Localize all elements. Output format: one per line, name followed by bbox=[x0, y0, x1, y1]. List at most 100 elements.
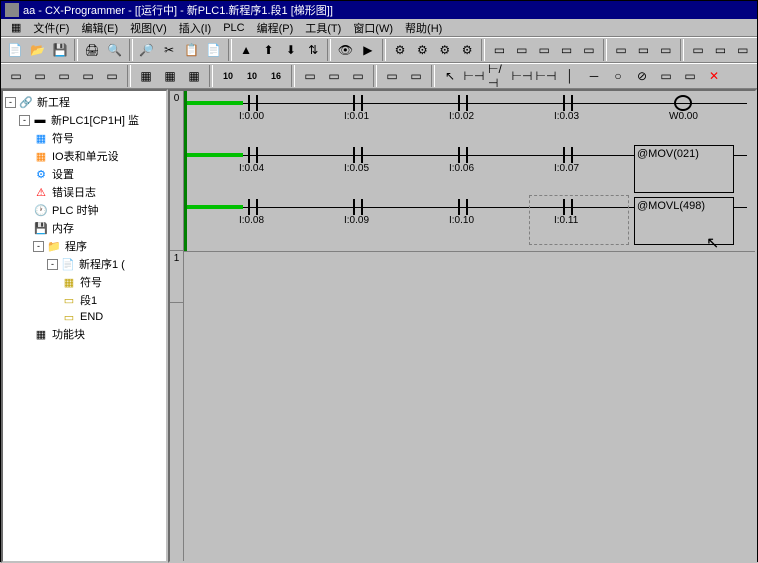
menu-insert[interactable]: 插入(I) bbox=[173, 18, 217, 38]
contact[interactable] bbox=[244, 95, 262, 111]
tree-settings[interactable]: ⚙设置 bbox=[5, 165, 164, 183]
tool-button[interactable]: ▭ bbox=[5, 65, 27, 87]
tool-button[interactable]: ⚙ bbox=[457, 39, 477, 61]
tree-section1[interactable]: ▭段1 bbox=[5, 291, 164, 309]
tree-errlog[interactable]: ⚠错误日志 bbox=[5, 183, 164, 201]
tool-button[interactable]: ⚙ bbox=[435, 39, 455, 61]
func-button[interactable]: ▭ bbox=[655, 65, 677, 87]
tree-program1[interactable]: -📄新程序1 ( bbox=[5, 255, 164, 273]
contact[interactable] bbox=[559, 147, 577, 163]
open-button[interactable]: 📂 bbox=[27, 39, 47, 61]
contact-button[interactable]: ⊢⊣ bbox=[511, 65, 533, 87]
preview-button[interactable]: 🔍 bbox=[104, 39, 124, 61]
contact-no-button[interactable]: ⊢⊣ bbox=[463, 65, 485, 87]
hline-button[interactable]: ─ bbox=[583, 65, 605, 87]
tool-button[interactable]: ⚙ bbox=[412, 39, 432, 61]
compare-button[interactable]: ⇅ bbox=[303, 39, 323, 61]
tool-button[interactable]: ▭ bbox=[710, 39, 730, 61]
contact[interactable] bbox=[559, 199, 577, 215]
project-tree[interactable]: -🔗新工程 -▬新PLC1[CP1H] 监 ▦符号 ▦IO表和单元设 ⚙设置 ⚠… bbox=[1, 89, 168, 563]
tool-button[interactable]: ▭ bbox=[534, 39, 554, 61]
tool-button[interactable]: ▭ bbox=[579, 39, 599, 61]
copy-button[interactable]: 📋 bbox=[181, 39, 201, 61]
tree-funcblock[interactable]: ▦功能块 bbox=[5, 325, 164, 343]
menu-window[interactable]: 窗口(W) bbox=[347, 18, 399, 38]
tool-button[interactable]: ▭ bbox=[323, 65, 345, 87]
radix-10[interactable]: 10 bbox=[217, 65, 239, 87]
tool-button[interactable]: ▭ bbox=[29, 65, 51, 87]
contact[interactable] bbox=[454, 95, 472, 111]
tool-button[interactable]: ▭ bbox=[611, 39, 631, 61]
menu-plc[interactable]: PLC bbox=[217, 20, 250, 36]
contact[interactable] bbox=[244, 147, 262, 163]
tree-plc[interactable]: -▬新PLC1[CP1H] 监 bbox=[5, 111, 164, 129]
menu-view[interactable]: 视图(V) bbox=[124, 18, 173, 38]
tree-plcclock[interactable]: 🕐PLC 时钟 bbox=[5, 201, 164, 219]
tool-button[interactable]: ▭ bbox=[688, 39, 708, 61]
monitor-button[interactable]: 👁 bbox=[335, 39, 355, 61]
tool-button[interactable]: ▭ bbox=[77, 65, 99, 87]
menu-help[interactable]: 帮助(H) bbox=[399, 18, 448, 38]
delete-button[interactable]: ✕ bbox=[703, 65, 725, 87]
contact[interactable] bbox=[454, 199, 472, 215]
online-button[interactable]: ▲ bbox=[236, 39, 256, 61]
tool-button[interactable]: ▭ bbox=[347, 65, 369, 87]
tool-button[interactable]: ⚙ bbox=[390, 39, 410, 61]
tool-button[interactable]: ▭ bbox=[101, 65, 123, 87]
ladder-row[interactable]: I:0.04 I:0.05 I:0.06 I:0.07 @MOV(021) bbox=[184, 143, 755, 195]
radix-16[interactable]: 16 bbox=[265, 65, 287, 87]
run-button[interactable]: ▶ bbox=[358, 39, 378, 61]
tree-memory[interactable]: 💾内存 bbox=[5, 219, 164, 237]
tool-button[interactable]: ▭ bbox=[381, 65, 403, 87]
ladder-row[interactable]: I:0.08 I:0.09 I:0.10 I:0.11 @MOVL(498) ↖ bbox=[184, 195, 755, 247]
radix-10s[interactable]: 10 bbox=[241, 65, 263, 87]
ladder-editor[interactable]: 0 1 I:0.00 I:0.01 I:0.02 I:0.03 bbox=[168, 89, 757, 563]
tool-button[interactable]: ▭ bbox=[405, 65, 427, 87]
tool-button[interactable]: ▦ bbox=[183, 65, 205, 87]
tool-button[interactable]: ▭ bbox=[633, 39, 653, 61]
tool-button[interactable]: ▭ bbox=[556, 39, 576, 61]
contact[interactable] bbox=[349, 147, 367, 163]
pointer-button[interactable]: ↖ bbox=[439, 65, 461, 87]
ladder-area[interactable]: I:0.00 I:0.01 I:0.02 I:0.03 W0.00 I:0.04 bbox=[184, 91, 755, 561]
contact-button[interactable]: ⊢⊣ bbox=[535, 65, 557, 87]
coil-nc-button[interactable]: ⊘ bbox=[631, 65, 653, 87]
download-button[interactable]: ⬇ bbox=[281, 39, 301, 61]
menu-tools[interactable]: 工具(T) bbox=[299, 18, 347, 38]
tool-button[interactable]: ▦ bbox=[159, 65, 181, 87]
tool-button[interactable]: ▦ bbox=[135, 65, 157, 87]
selection-box[interactable] bbox=[529, 195, 629, 245]
tool-button[interactable]: ▭ bbox=[299, 65, 321, 87]
tree-programs[interactable]: -📁程序 bbox=[5, 237, 164, 255]
contact-nc-button[interactable]: ⊢/⊣ bbox=[487, 65, 509, 87]
tool-button[interactable]: ▭ bbox=[512, 39, 532, 61]
menu-bar[interactable]: ▦ 文件(F) 编辑(E) 视图(V) 插入(I) PLC 编程(P) 工具(T… bbox=[1, 19, 757, 37]
tool-button[interactable]: ▭ bbox=[53, 65, 75, 87]
contact[interactable] bbox=[349, 95, 367, 111]
menu-program[interactable]: 编程(P) bbox=[251, 18, 300, 38]
cut-button[interactable]: ✂ bbox=[159, 39, 179, 61]
find-button[interactable]: 🔎 bbox=[137, 39, 157, 61]
func-button[interactable]: ▭ bbox=[679, 65, 701, 87]
menu-edit[interactable]: 编辑(E) bbox=[75, 18, 124, 38]
function-block[interactable]: @MOV(021) bbox=[634, 145, 734, 193]
tool-button[interactable]: ▭ bbox=[656, 39, 676, 61]
transfer-button[interactable]: ⬆ bbox=[258, 39, 278, 61]
contact[interactable] bbox=[454, 147, 472, 163]
tree-end[interactable]: ▭END bbox=[5, 309, 164, 325]
tree-psymbol[interactable]: ▦符号 bbox=[5, 273, 164, 291]
tree-symbol[interactable]: ▦符号 bbox=[5, 129, 164, 147]
tool-button[interactable]: ▭ bbox=[489, 39, 509, 61]
tree-root[interactable]: -🔗新工程 bbox=[5, 93, 164, 111]
menu-file-icon[interactable]: ▦ bbox=[5, 19, 27, 36]
menu-file[interactable]: 文件(F) bbox=[27, 18, 75, 38]
print-button[interactable]: 🖨 bbox=[82, 39, 102, 61]
vline-button[interactable]: │ bbox=[559, 65, 581, 87]
new-button[interactable]: 📄 bbox=[5, 39, 25, 61]
contact[interactable] bbox=[244, 199, 262, 215]
ladder-row[interactable]: I:0.00 I:0.01 I:0.02 I:0.03 W0.00 bbox=[184, 91, 755, 143]
coil-button[interactable]: ○ bbox=[607, 65, 629, 87]
contact[interactable] bbox=[559, 95, 577, 111]
paste-button[interactable]: 📄 bbox=[204, 39, 224, 61]
save-button[interactable]: 💾 bbox=[50, 39, 70, 61]
